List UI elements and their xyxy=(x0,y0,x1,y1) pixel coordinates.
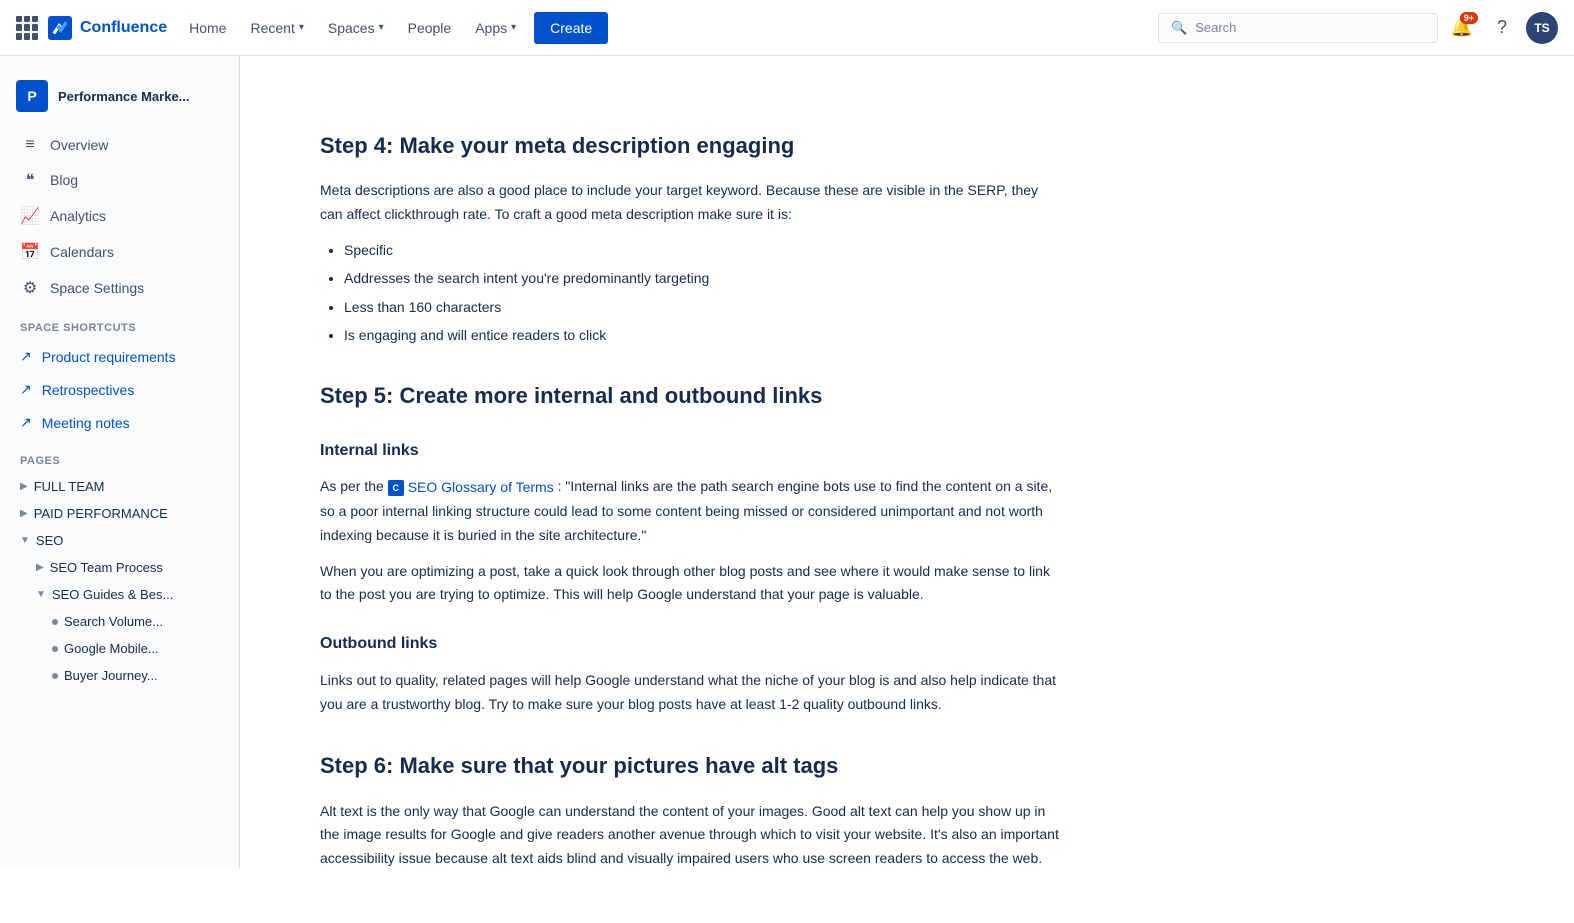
analytics-icon: 📈 xyxy=(20,206,40,226)
search-icon: 🔍 xyxy=(1171,20,1187,36)
page-layout: P Performance Marke... ≡ Overview ❝ Blog… xyxy=(0,56,1574,923)
pages-full-team[interactable]: ▶ FULL TEAM xyxy=(0,473,239,500)
apps-chevron: ▾ xyxy=(511,22,516,33)
shortcut-label-0: Product requirements xyxy=(42,349,176,365)
topnav-right: 🔍 Search 🔔 9+ ? TS xyxy=(1158,12,1558,44)
settings-icon: ⚙ xyxy=(20,278,40,298)
sidebar-nav-overview[interactable]: ≡ Overview xyxy=(0,128,239,162)
sidebar-nav-calendars-label: Calendars xyxy=(50,244,114,260)
space-name: Performance Marke... xyxy=(58,89,190,104)
nav-recent[interactable]: Recent ▾ xyxy=(240,14,313,42)
list-item: Addresses the search intent you're predo… xyxy=(344,267,1060,289)
topnav: Confluence Home Recent ▾ Spaces ▾ People… xyxy=(0,0,1574,56)
internal-links-body: When you are optimizing a post, take a q… xyxy=(320,560,1060,608)
chevron-right-icon-3: ▶ xyxy=(36,562,44,573)
internal-links-pre: As per the xyxy=(320,478,388,494)
outbound-links-body: Links out to quality, related pages will… xyxy=(320,669,1060,717)
page-label-seo-guides: SEO Guides & Bes... xyxy=(52,587,173,602)
step6-heading: Step 6: Make sure that your pictures hav… xyxy=(320,748,1060,783)
sidebar-nav-overview-label: Overview xyxy=(50,137,108,153)
shortcut-label-2: Meeting notes xyxy=(42,415,130,431)
help-button[interactable]: ? xyxy=(1486,12,1518,44)
external-link-icon-3: ↗ xyxy=(20,414,32,431)
step5-heading: Step 5: Create more internal and outboun… xyxy=(320,378,1060,413)
bullet-icon-3 xyxy=(52,673,58,679)
space-icon: P xyxy=(16,80,48,112)
pages-paid-performance[interactable]: ▶ PAID PERFORMANCE xyxy=(0,500,239,527)
search-placeholder: Search xyxy=(1195,20,1236,35)
page-label-paid-performance: PAID PERFORMANCE xyxy=(34,506,168,521)
space-header[interactable]: P Performance Marke... xyxy=(0,72,239,128)
nav-home[interactable]: Home xyxy=(179,14,236,42)
sidebar-nav-blog[interactable]: ❝ Blog xyxy=(0,162,239,198)
page-label-buyer-journey: Buyer Journey... xyxy=(64,668,158,683)
chevron-right-icon-2: ▶ xyxy=(20,508,28,519)
page-label-seo-process: SEO Team Process xyxy=(50,560,163,575)
recent-chevron: ▾ xyxy=(299,22,304,33)
main-content: Step 4: Make your meta description engag… xyxy=(240,56,1140,923)
sidebar-nav-analytics[interactable]: 📈 Analytics xyxy=(0,198,239,234)
list-item: Less than 160 characters xyxy=(344,296,1060,318)
external-link-icon: ↗ xyxy=(20,348,32,365)
page-label-full-team: FULL TEAM xyxy=(34,479,105,494)
pages-buyer-journey[interactable]: Buyer Journey... xyxy=(0,662,239,689)
bullet-icon-2 xyxy=(52,646,58,652)
shortcut-meeting-notes[interactable]: ↗ Meeting notes xyxy=(0,406,239,439)
shortcut-product-requirements[interactable]: ↗ Product requirements xyxy=(0,340,239,373)
sidebar-nav-settings-label: Space Settings xyxy=(50,280,144,296)
nav-apps[interactable]: Apps ▾ xyxy=(465,14,526,42)
bullet-icon xyxy=(52,619,58,625)
pages-seo[interactable]: ▼ SEO xyxy=(0,527,239,554)
shortcuts-section-title: SPACE SHORTCUTS xyxy=(0,306,239,340)
pages-section-title: PAGES xyxy=(0,439,239,473)
step4-heading: Step 4: Make your meta description engag… xyxy=(320,128,1060,163)
chevron-down-icon: ▼ xyxy=(20,535,30,546)
pages-google-mobile[interactable]: Google Mobile... xyxy=(0,635,239,662)
calendars-icon: 📅 xyxy=(20,242,40,262)
internal-links-para: As per the C SEO Glossary of Terms : "In… xyxy=(320,475,1060,548)
sidebar-nav-settings[interactable]: ⚙ Space Settings xyxy=(0,270,239,306)
list-item: Is engaging and will entice readers to c… xyxy=(344,324,1060,346)
chevron-right-icon: ▶ xyxy=(20,481,28,492)
spaces-chevron: ▾ xyxy=(379,22,384,33)
list-item: Specific xyxy=(344,239,1060,261)
step4-intro: Meta descriptions are also a good place … xyxy=(320,179,1060,227)
step6-body: Alt text is the only way that Google can… xyxy=(320,800,1060,871)
notifications-button[interactable]: 🔔 9+ xyxy=(1446,12,1478,44)
apps-grid-icon[interactable] xyxy=(16,16,40,40)
seo-glossary-link[interactable]: C SEO Glossary of Terms xyxy=(388,476,554,500)
create-button[interactable]: Create xyxy=(534,12,608,44)
sidebar-nav-analytics-label: Analytics xyxy=(50,208,106,224)
page-ref-icon: C xyxy=(388,480,404,496)
logo-text: Confluence xyxy=(80,19,167,37)
search-box[interactable]: 🔍 Search xyxy=(1158,13,1438,43)
internal-links-heading: Internal links xyxy=(320,438,1060,464)
notif-badge: 9+ xyxy=(1460,12,1478,24)
external-link-icon-2: ↗ xyxy=(20,381,32,398)
blog-icon: ❝ xyxy=(20,170,40,190)
confluence-logo[interactable]: Confluence xyxy=(48,16,167,40)
outbound-links-heading: Outbound links xyxy=(320,631,1060,657)
step4-list: Specific Addresses the search intent you… xyxy=(344,239,1060,347)
pages-seo-team-process[interactable]: ▶ SEO Team Process xyxy=(0,554,239,581)
shortcut-label-1: Retrospectives xyxy=(42,382,135,398)
sidebar-nav-blog-label: Blog xyxy=(50,172,78,188)
page-label-search-volume: Search Volume... xyxy=(64,614,163,629)
page-label-seo: SEO xyxy=(36,533,63,548)
page-label-google-mobile: Google Mobile... xyxy=(64,641,159,656)
sidebar-nav-calendars[interactable]: 📅 Calendars xyxy=(0,234,239,270)
nav-spaces[interactable]: Spaces ▾ xyxy=(318,14,394,42)
nav-people[interactable]: People xyxy=(398,14,462,42)
shortcut-retrospectives[interactable]: ↗ Retrospectives xyxy=(0,373,239,406)
pages-search-volume[interactable]: Search Volume... xyxy=(0,608,239,635)
sidebar: P Performance Marke... ≡ Overview ❝ Blog… xyxy=(0,56,240,869)
chevron-down-icon-2: ▼ xyxy=(36,589,46,600)
seo-glossary-link-text: SEO Glossary of Terms xyxy=(408,476,554,500)
help-icon: ? xyxy=(1497,17,1507,38)
overview-icon: ≡ xyxy=(20,136,40,154)
user-avatar[interactable]: TS xyxy=(1526,12,1558,44)
pages-seo-guides[interactable]: ▼ SEO Guides & Bes... xyxy=(0,581,239,608)
